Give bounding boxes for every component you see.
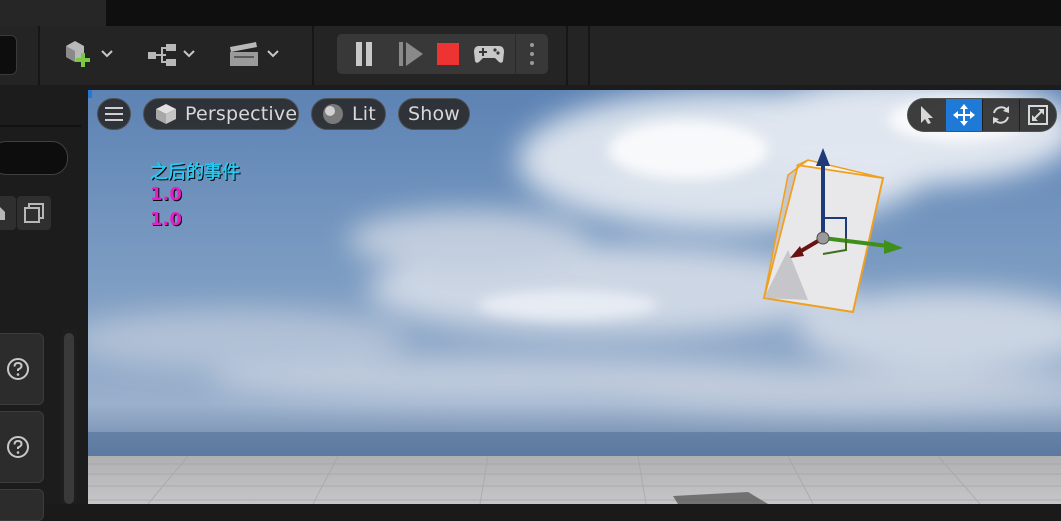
toolbar-separator (588, 26, 590, 85)
cinematics-button[interactable] (226, 38, 286, 72)
help-icon (7, 436, 29, 458)
copy-icon (24, 203, 44, 223)
toolbar-separator (312, 26, 314, 85)
help-icon (7, 358, 29, 380)
value-overlay-text: 1.0 (150, 209, 182, 230)
panel-search-input[interactable] (0, 141, 68, 175)
level-viewport[interactable]: Perspective Lit Show 之后的事件 1.0 1.0 (88, 90, 1061, 504)
chevron-down-icon (183, 50, 195, 58)
main-toolbar (0, 26, 1061, 85)
chevron-down-icon (101, 50, 113, 58)
horizon-band (88, 432, 1061, 458)
floor-plane (88, 456, 1061, 504)
lit-sphere-icon (323, 104, 343, 124)
toolbar-search-field[interactable] (0, 35, 17, 75)
lit-mode-button[interactable]: Lit (311, 98, 386, 130)
stop-button[interactable] (431, 34, 465, 74)
editor-tab[interactable] (0, 0, 106, 26)
play-controls (337, 34, 548, 74)
lit-label: Lit (352, 103, 376, 125)
event-overlay-text: 之后的事件 (150, 162, 240, 183)
viewport-menu-button[interactable] (97, 98, 131, 130)
rotate-tool-button[interactable] (983, 99, 1019, 131)
viewport-top-border (88, 85, 1061, 90)
scale-tool-button[interactable] (1020, 99, 1056, 131)
stop-icon (437, 43, 459, 65)
show-button[interactable]: Show (398, 98, 470, 130)
add-actor-icon (66, 41, 90, 67)
blueprint-icon (148, 44, 176, 66)
translate-tool-button[interactable] (946, 99, 982, 131)
help-card[interactable] (0, 411, 44, 483)
perspective-label: Perspective (185, 103, 298, 125)
help-card[interactable] (0, 489, 44, 521)
more-options-icon (530, 43, 534, 65)
toolbar-separator (566, 26, 568, 85)
gamepad-icon (474, 46, 504, 63)
select-tool-button[interactable] (908, 99, 946, 131)
step-forward-button[interactable] (391, 34, 431, 74)
home-icon (0, 207, 5, 220)
left-panel (0, 85, 88, 521)
value-overlay-text: 1.0 (150, 184, 182, 205)
panel-scrollbar-thumb[interactable] (64, 333, 74, 504)
help-card[interactable] (0, 333, 44, 405)
viewport-scene[interactable] (88, 90, 1061, 504)
scale-icon (1028, 105, 1048, 125)
possess-gamepad-button[interactable] (465, 34, 513, 74)
blueprint-button[interactable] (144, 38, 202, 72)
chevron-down-icon (267, 50, 279, 58)
viewport-active-indicator (88, 90, 92, 98)
cinematics-icon (230, 42, 258, 66)
rotate-icon (993, 106, 1009, 124)
step-forward-icon (399, 42, 423, 66)
select-icon (921, 106, 933, 124)
show-label: Show (407, 103, 461, 125)
panel-divider (0, 125, 81, 127)
more-options-button[interactable] (516, 34, 548, 74)
title-bar (0, 0, 1061, 26)
add-actor-button[interactable] (58, 38, 120, 72)
hamburger-icon (105, 107, 123, 121)
pause-icon (356, 42, 372, 66)
perspective-cube-icon (156, 104, 176, 124)
translate-icon (953, 104, 975, 126)
pause-button[interactable] (337, 34, 391, 74)
toolbar-separator (38, 26, 40, 85)
panel-home-button[interactable] (0, 196, 16, 230)
transform-tools (907, 98, 1057, 132)
panel-copy-button[interactable] (17, 196, 51, 230)
perspective-button[interactable]: Perspective (143, 98, 299, 130)
